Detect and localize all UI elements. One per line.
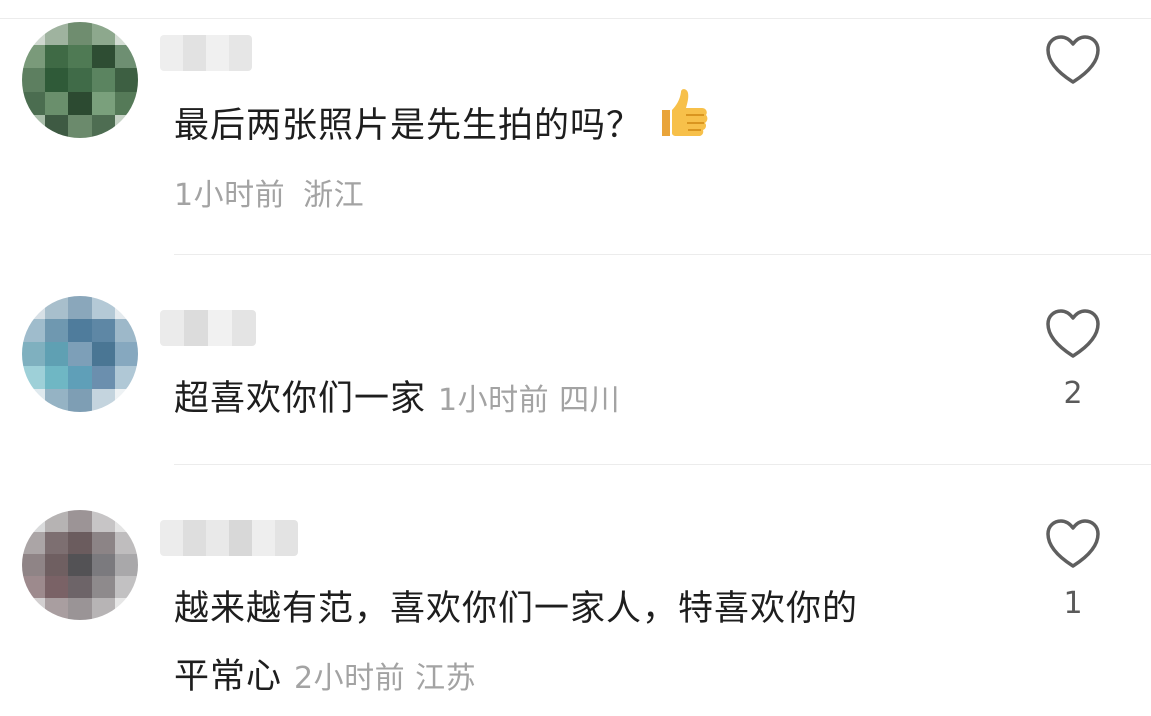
like-count: 2 [1063,376,1083,411]
comment-divider [174,254,1151,255]
comment-text: 超喜欢你们一家 1小时前 四川 [174,379,621,419]
username-blurred[interactable] [160,310,256,346]
heart-outline-icon [1046,309,1100,358]
comment-text-continued: 平常心 2小时前 江苏 [174,657,477,697]
comment-text: 最后两张照片是先生拍的吗？ [174,89,710,162]
like-button[interactable] [1044,518,1102,570]
comment-location: 四川 [559,383,621,418]
avatar[interactable] [22,296,138,412]
comment-time: 1小时前 [174,178,286,213]
heart-outline-icon [1046,519,1100,568]
like-button[interactable] [1044,308,1102,360]
comment-location: 江苏 [415,661,477,696]
comment-time: 1小时前 [438,383,550,418]
comment-meta: 1小时前 浙江 [174,170,364,214]
heart-outline-icon [1046,35,1100,84]
like-count: 1 [1063,586,1083,621]
like-button[interactable] [1044,34,1102,86]
username-blurred[interactable] [160,35,252,71]
avatar[interactable] [22,22,138,138]
comment-divider [174,464,1151,465]
comment-location: 浙江 [303,178,365,213]
comment-list: 最后两张照片是先生拍的吗？ 1小时前 浙江 超喜欢你们一家 1小时前 四川 2 … [0,0,1151,716]
thumbs-up-emoji-icon [656,86,710,162]
top-divider [0,18,1151,19]
avatar[interactable] [22,510,138,620]
username-blurred[interactable] [160,520,298,556]
comment-time: 2小时前 [294,661,406,696]
comment-text: 越来越有范，喜欢你们一家人，特喜欢你的 [174,589,859,629]
